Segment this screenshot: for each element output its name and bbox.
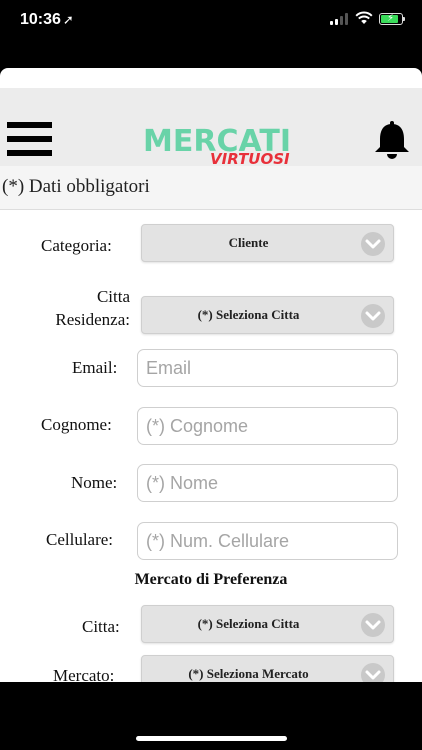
location-arrow-icon: ➚ [62, 12, 74, 27]
app-header: MERCATI VIRTUOSI [0, 88, 422, 168]
wifi-icon [355, 11, 373, 24]
nome-input[interactable] [146, 465, 386, 501]
citta-value: (*) Seleziona Citta [197, 616, 300, 631]
chevron-down-icon [361, 304, 385, 328]
chevron-down-icon [361, 232, 385, 256]
citta-residenza-select[interactable]: (*) Seleziona Citta [141, 296, 394, 334]
required-note-text: (*) Dati obbligatori [2, 176, 150, 197]
app-screen: MERCATI VIRTUOSI (*) Dati obbligatori Ca… [0, 68, 422, 682]
citta-label: Citta: [82, 617, 120, 636]
categoria-select[interactable]: Cliente [141, 224, 394, 262]
cellulare-input[interactable] [146, 523, 386, 559]
mercato-select[interactable]: (*) Seleziona Mercato [141, 655, 394, 682]
citta-select[interactable]: (*) Seleziona Citta [141, 605, 394, 643]
status-time: 10:36 ➚ [20, 11, 74, 29]
email-label: Email: [72, 358, 118, 377]
bell-icon[interactable] [371, 119, 413, 161]
hamburger-menu-icon[interactable] [7, 122, 52, 156]
status-time-text: 10:36 [20, 11, 61, 28]
battery-icon: ⚡ [379, 13, 403, 25]
citta-residenza-label-line2: Residenza: [55, 310, 130, 329]
mercato-label: Mercato: [53, 666, 115, 682]
nome-label: Nome: [71, 473, 118, 492]
home-indicator[interactable] [136, 736, 287, 741]
nome-field[interactable] [137, 464, 398, 502]
cellular-signal-icon [330, 13, 350, 25]
cognome-label: Cognome: [41, 415, 112, 434]
citta-residenza-value: (*) Seleziona Citta [197, 307, 300, 322]
status-bar: 10:36 ➚ ⚡ [0, 0, 422, 44]
citta-residenza-label: Citta Residenza: [38, 285, 130, 331]
email-field[interactable] [137, 349, 398, 387]
chevron-down-icon [361, 663, 385, 682]
battery-cap [403, 17, 405, 21]
section-title-mercato-preferenza: Mercato di Preferenza [134, 571, 288, 588]
cognome-input[interactable] [146, 408, 386, 444]
categoria-label: Categoria: [41, 236, 112, 255]
cellulare-label: Cellulare: [46, 530, 114, 549]
citta-residenza-label-line1: Citta [96, 287, 130, 306]
cellulare-field[interactable] [137, 522, 398, 560]
categoria-value: Cliente [228, 235, 269, 250]
cognome-field[interactable] [137, 407, 398, 445]
email-input[interactable] [146, 350, 386, 386]
mercato-value: (*) Seleziona Mercato [188, 666, 309, 681]
chevron-down-icon [361, 613, 385, 637]
required-fields-note: (*) Dati obbligatori [0, 166, 422, 210]
